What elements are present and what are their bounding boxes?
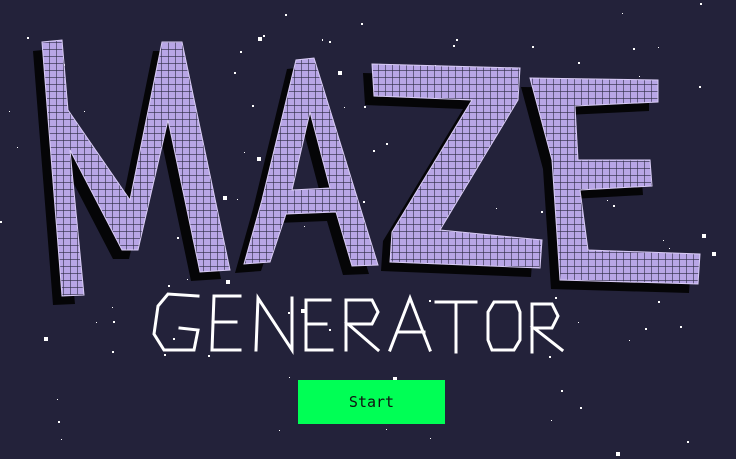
start-button[interactable]: Start: [298, 380, 445, 424]
subtitle-lettering: [152, 292, 565, 356]
